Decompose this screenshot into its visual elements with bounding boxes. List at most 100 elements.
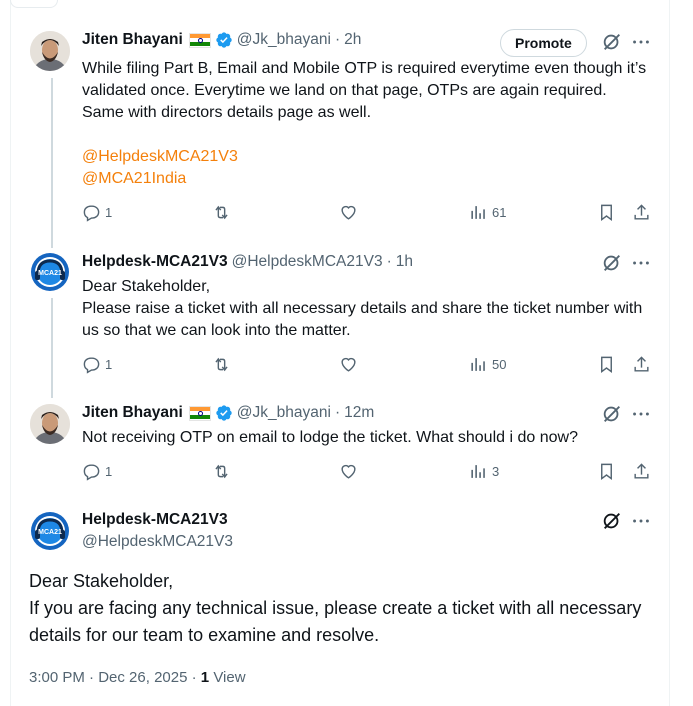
bookmark-icon <box>601 356 612 374</box>
share-icon <box>634 356 649 372</box>
tweet-actions: 1 50 <box>82 355 662 379</box>
grok-icon[interactable] <box>601 403 623 425</box>
author-name[interactable]: Helpdesk-MCA21V3 <box>82 253 228 271</box>
tweet-actions: 1 61 <box>82 203 662 227</box>
tweet-time[interactable]: 2h <box>344 31 361 49</box>
repost-icon <box>215 357 228 372</box>
india-flag-icon <box>188 32 211 48</box>
author-name[interactable]: Helpdesk-MCA21V3 <box>82 511 228 529</box>
view-count: 3 <box>492 464 500 479</box>
tweet-text-line: While filing Part B, Email and Mobile OT… <box>82 60 647 121</box>
tweet-text-line: If you are facing any technical issue, p… <box>29 598 642 645</box>
reply-button[interactable]: 1 <box>82 355 112 374</box>
author-handle[interactable]: @Jk_bhayani <box>237 31 331 49</box>
thread-line <box>51 78 53 248</box>
more-options-icon[interactable] <box>630 403 652 425</box>
separator-dot: · <box>386 253 392 270</box>
tweet-time[interactable]: 1h <box>396 253 413 271</box>
tweet-date[interactable]: Dec 26, 2025 <box>98 669 187 686</box>
tweet-time[interactable]: 12m <box>344 404 374 422</box>
tweet-meta: 3:00 PM · Dec 26, 2025 · 1 View <box>29 669 246 686</box>
views-label: View <box>213 669 246 686</box>
reply-count: 1 <box>105 205 113 220</box>
svg-text:MCA21: MCA21 <box>38 270 62 277</box>
view-count: 1 <box>200 669 210 686</box>
main-tweet-text: Dear Stakeholder, If you are facing any … <box>29 568 649 649</box>
author-handle[interactable]: @Jk_bhayani <box>237 404 331 422</box>
tweet-header: Helpdesk-MCA21V3 @HelpdeskMCA21V3 · 1h <box>82 253 413 271</box>
tweet-text: While filing Part B, Email and Mobile OT… <box>82 58 652 190</box>
grok-icon[interactable] <box>601 31 623 53</box>
author-handle[interactable]: @HelpdeskMCA21V3 <box>232 253 383 271</box>
tweet-text: Not receiving OTP on email to lodge the … <box>82 427 652 449</box>
share-button[interactable] <box>632 203 651 222</box>
more-options-icon[interactable] <box>630 252 652 274</box>
view-count: 50 <box>492 357 507 372</box>
like-button[interactable] <box>339 203 358 222</box>
avatar-mca21[interactable]: MCA21 <box>30 252 70 292</box>
reply-icon <box>83 464 100 481</box>
author-name[interactable]: Jiten Bhayani <box>82 31 183 49</box>
verified-badge-icon <box>215 404 233 422</box>
tweet-text: Dear Stakeholder, Please raise a ticket … <box>82 276 652 342</box>
reply-button[interactable]: 1 <box>82 203 112 222</box>
thread-line <box>51 298 53 398</box>
share-button[interactable] <box>632 355 651 374</box>
author-name[interactable]: Jiten Bhayani <box>82 404 183 422</box>
grok-icon[interactable] <box>601 510 623 532</box>
repost-icon <box>215 464 228 479</box>
tweet-text-line: Dear Stakeholder, <box>29 571 174 591</box>
repost-button[interactable] <box>212 203 231 222</box>
separator-dot: · <box>334 31 341 48</box>
separator-dot: · <box>191 669 197 686</box>
reply-button[interactable]: 1 <box>82 462 112 481</box>
top-partial-control[interactable] <box>10 0 58 8</box>
frame-border-left <box>10 0 11 706</box>
more-options-icon[interactable] <box>630 510 652 532</box>
views-icon <box>471 358 485 371</box>
avatar-jiten[interactable] <box>30 31 70 71</box>
author-handle[interactable]: @HelpdeskMCA21V3 <box>82 533 233 551</box>
share-button[interactable] <box>632 462 651 481</box>
tweet-text-line: Please raise a ticket with all necessary… <box>82 300 643 339</box>
avatar-logo-text: MCA21 <box>38 529 62 536</box>
india-flag-icon <box>188 405 211 421</box>
repost-button[interactable] <box>212 462 231 481</box>
heart-icon <box>341 464 356 479</box>
reply-count: 1 <box>105 357 113 372</box>
views-button[interactable]: 50 <box>469 355 506 374</box>
verified-badge-icon <box>215 31 233 49</box>
share-icon <box>634 463 649 479</box>
avatar-mca21[interactable]: MCA21 <box>30 511 70 551</box>
view-count: 61 <box>492 205 507 220</box>
grok-icon[interactable] <box>601 252 623 274</box>
heart-icon <box>341 205 356 220</box>
separator-dot: · <box>334 404 341 421</box>
views-button[interactable]: 61 <box>469 203 506 222</box>
tweet-header: Jiten Bhayani @Jk_bhayani · 12m <box>82 404 374 422</box>
repost-button[interactable] <box>212 355 231 374</box>
heart-icon <box>341 357 356 372</box>
like-button[interactable] <box>339 355 358 374</box>
bookmark-button[interactable] <box>597 355 616 374</box>
more-options-icon[interactable] <box>630 31 652 53</box>
bookmark-icon <box>601 204 612 222</box>
separator-dot: · <box>89 669 95 686</box>
tweet-text-line: Not receiving OTP on email to lodge the … <box>82 429 578 446</box>
mention-link[interactable]: @MCA21India <box>82 170 186 187</box>
share-icon <box>634 204 649 220</box>
like-button[interactable] <box>339 462 358 481</box>
repost-icon <box>215 205 228 220</box>
tweet-time[interactable]: 3:00 PM <box>29 669 85 686</box>
bookmark-icon <box>601 463 612 481</box>
bookmark-button[interactable] <box>597 203 616 222</box>
views-icon <box>471 206 485 219</box>
bookmark-button[interactable] <box>597 462 616 481</box>
tweet-header: Jiten Bhayani @Jk_bhayani · 2h <box>82 31 361 49</box>
mention-link[interactable]: @HelpdeskMCA21V3 <box>82 148 238 165</box>
reply-count: 1 <box>105 464 113 479</box>
promote-button[interactable]: Promote <box>500 29 587 57</box>
tweet-text-line: Dear Stakeholder, <box>82 278 211 295</box>
avatar-jiten[interactable] <box>30 404 70 444</box>
views-button[interactable]: 3 <box>469 462 499 481</box>
